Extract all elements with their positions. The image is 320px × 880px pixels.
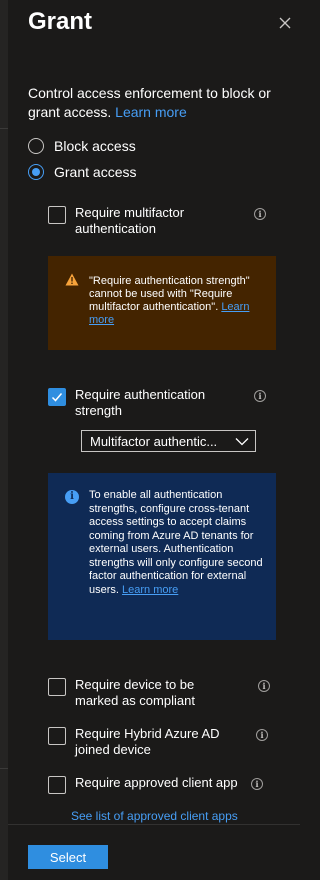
radio-block-access[interactable]: Block access bbox=[28, 136, 136, 156]
info-icon[interactable]: i bbox=[251, 778, 263, 790]
background-divider bbox=[0, 768, 8, 769]
info-body: To enable all authentication strengths, … bbox=[89, 489, 263, 596]
radio-label: Grant access bbox=[54, 164, 137, 180]
footer-divider bbox=[8, 824, 300, 825]
checkbox-require-approved-app[interactable] bbox=[48, 776, 66, 794]
checkbox-label: Require device to be marked as compliant bbox=[75, 677, 195, 708]
close-button[interactable] bbox=[276, 14, 294, 32]
info-text: To enable all authentication strengths, … bbox=[89, 489, 267, 597]
info-filled-icon: i bbox=[65, 490, 79, 504]
radio-circle-selected[interactable] bbox=[28, 164, 44, 180]
info-icon[interactable]: i bbox=[254, 390, 266, 402]
radio-grant-access[interactable]: Grant access bbox=[28, 162, 136, 182]
intro-description: Control access enforcement to block or g… bbox=[28, 84, 284, 122]
background-divider bbox=[0, 128, 8, 129]
info-learn-more-link[interactable]: Learn more bbox=[122, 584, 178, 596]
checkmark-icon bbox=[51, 393, 63, 402]
info-icon[interactable]: i bbox=[258, 680, 270, 692]
info-icon[interactable]: i bbox=[256, 729, 268, 741]
select-button[interactable]: Select bbox=[28, 845, 108, 869]
checkbox-label: Require authentication strength bbox=[75, 387, 206, 418]
info-icon[interactable]: i bbox=[254, 208, 266, 220]
grant-panel: Grant Control access enforcement to bloc… bbox=[8, 0, 300, 880]
dropdown-selected-value: Multifactor authentic... bbox=[90, 434, 218, 449]
checkbox-label: Require approved client app bbox=[75, 775, 238, 790]
intro-learn-more-link[interactable]: Learn more bbox=[115, 104, 187, 120]
warning-text: "Require authentication strength" cannot… bbox=[89, 275, 264, 327]
auth-strength-dropdown[interactable]: Multifactor authentic... bbox=[81, 430, 256, 452]
close-icon bbox=[279, 17, 291, 29]
background-page-edge bbox=[0, 0, 8, 880]
checkbox-label: Require multifactor authentication bbox=[75, 205, 185, 236]
checkbox-label: Require Hybrid Azure AD joined device bbox=[75, 726, 220, 757]
checkbox-require-compliant-device[interactable] bbox=[48, 678, 66, 696]
info-message: i To enable all authentication strengths… bbox=[48, 473, 276, 640]
radio-circle[interactable] bbox=[28, 138, 44, 154]
chevron-down-icon bbox=[235, 438, 249, 446]
checkbox-require-auth-strength[interactable] bbox=[48, 388, 66, 406]
panel-title: Grant bbox=[28, 8, 93, 35]
warning-icon bbox=[65, 273, 79, 286]
radio-label: Block access bbox=[54, 138, 136, 154]
approved-apps-list-link[interactable]: See list of approved client apps bbox=[71, 809, 238, 823]
warning-message: "Require authentication strength" cannot… bbox=[48, 256, 276, 350]
checkbox-require-mfa[interactable] bbox=[48, 206, 66, 224]
checkbox-require-hybrid-joined[interactable] bbox=[48, 727, 66, 745]
